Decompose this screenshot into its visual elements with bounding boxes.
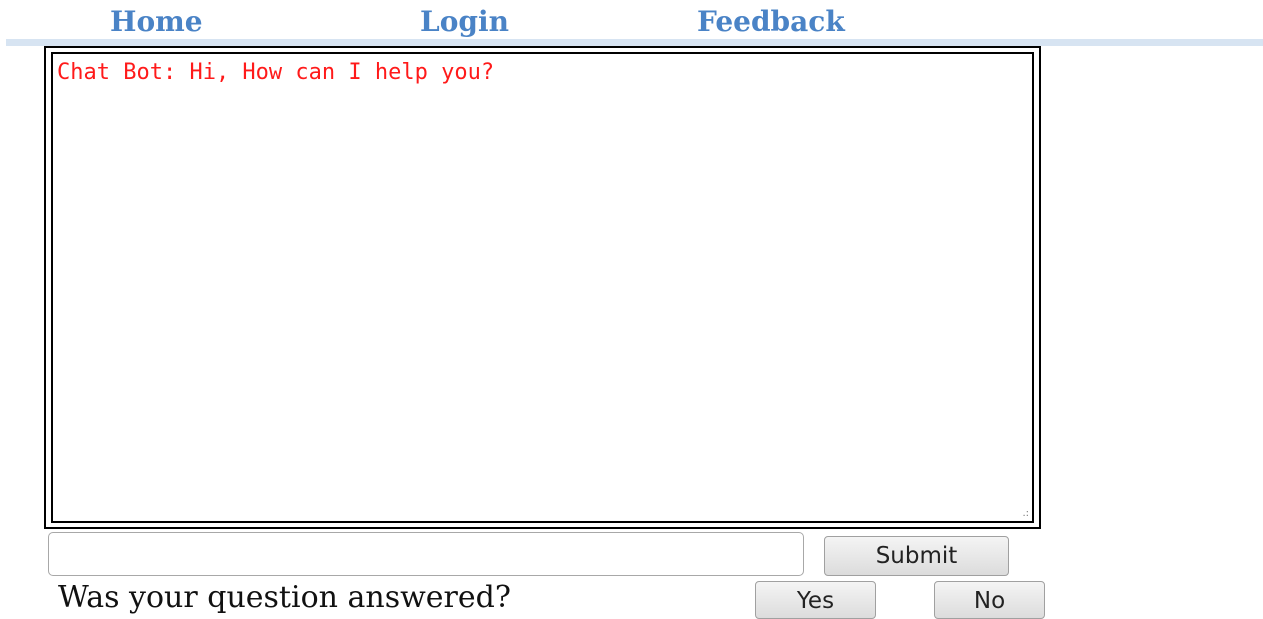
- chat-bot-message: Chat Bot: Hi, How can I help you?: [57, 60, 495, 85]
- submit-button[interactable]: Submit: [824, 536, 1009, 576]
- nav-divider-bar: [6, 39, 1263, 46]
- nav-link-login[interactable]: Login: [420, 2, 509, 42]
- yes-button[interactable]: Yes: [755, 581, 876, 619]
- resize-grip-icon[interactable]: .:: [1022, 509, 1029, 519]
- chat-frame: Chat Bot: Hi, How can I help you? .:: [44, 46, 1041, 529]
- nav-link-feedback[interactable]: Feedback: [697, 2, 845, 42]
- answered-question-label: Was your question answered?: [58, 580, 511, 615]
- no-button[interactable]: No: [934, 581, 1045, 619]
- nav-link-home[interactable]: Home: [110, 2, 203, 42]
- chat-log-textarea[interactable]: Chat Bot: Hi, How can I help you? .:: [51, 52, 1034, 523]
- message-input[interactable]: [48, 532, 804, 576]
